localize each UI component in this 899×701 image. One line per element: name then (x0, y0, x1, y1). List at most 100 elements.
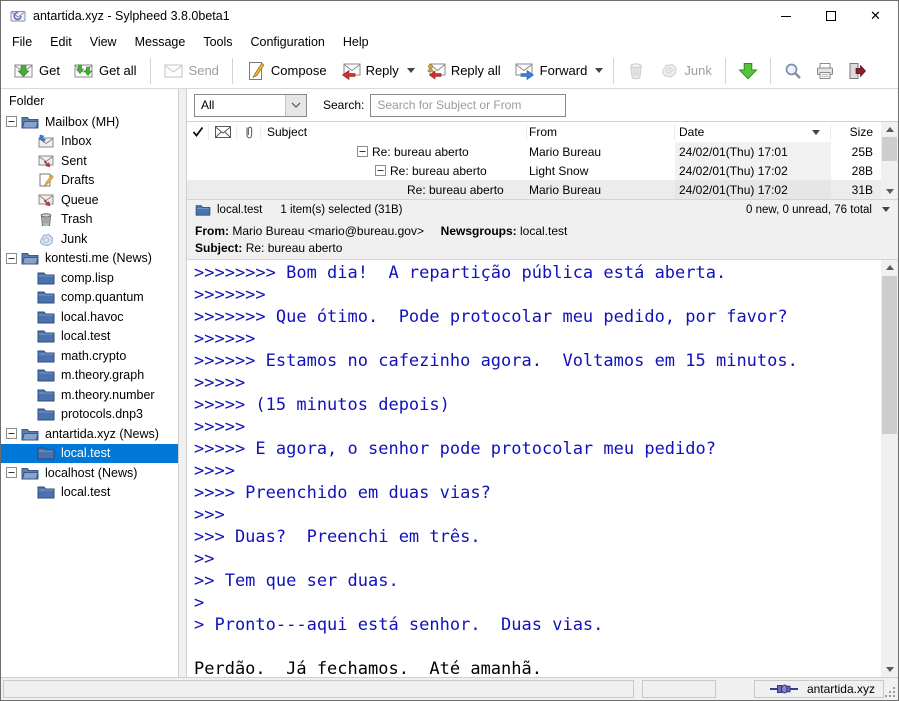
folder-item-junk[interactable]: Junk (1, 229, 178, 249)
message-row[interactable]: Re: bureau aberto Mario Bureau 24/02/01(… (187, 142, 881, 161)
menu-tools[interactable]: Tools (194, 32, 241, 52)
folder-item-localhost[interactable]: localhost (News) (1, 463, 178, 483)
print-button[interactable] (809, 57, 841, 85)
menu-configuration[interactable]: Configuration (242, 32, 334, 52)
filter-bar: All Search: (187, 89, 898, 122)
folder-item-math-crypto[interactable]: math.crypto (1, 346, 178, 366)
scroll-down-icon[interactable] (881, 662, 898, 677)
reply-button[interactable]: Reply (334, 57, 406, 85)
folder-item-queue[interactable]: Queue (1, 190, 178, 210)
menu-edit[interactable]: Edit (41, 32, 81, 52)
forward-dropdown-button[interactable] (591, 64, 607, 77)
search-icon (783, 61, 803, 81)
folder-item-comp-quantum[interactable]: comp.quantum (1, 288, 178, 308)
scroll-up-icon[interactable] (881, 260, 898, 275)
folder-item-trash[interactable]: Trash (1, 210, 178, 230)
folder-item-local-test-kontesti[interactable]: local.test (1, 327, 178, 347)
collapse-icon[interactable] (6, 253, 17, 264)
reply-all-button[interactable]: Reply all (419, 57, 508, 85)
folder-item-comp-lisp[interactable]: comp.lisp (1, 268, 178, 288)
scroll-down-icon[interactable] (881, 184, 898, 199)
folder-item-protocols-dnp3[interactable]: protocols.dnp3 (1, 405, 178, 425)
message-header-panel: From: Mario Bureau <mario@bureau.gov> Ne… (187, 219, 898, 260)
folder-item-sent[interactable]: Sent (1, 151, 178, 171)
filter-dropdown[interactable]: All (194, 94, 307, 117)
junk-button: Junk (652, 57, 718, 85)
from-value: Mario Bureau <mario@bureau.gov> (232, 224, 424, 238)
folder-item-local-havoc[interactable]: local.havoc (1, 307, 178, 327)
from-column-header[interactable]: From (527, 124, 675, 140)
search-label: Search: (323, 98, 364, 112)
size-column-header[interactable]: Size (831, 125, 881, 139)
compose-button[interactable]: Compose (239, 57, 334, 85)
get-all-button[interactable]: Get all (67, 57, 144, 85)
online-status[interactable]: antartida.xyz (754, 680, 884, 698)
next-unread-button[interactable] (732, 57, 764, 85)
scrollbar-thumb[interactable] (882, 137, 897, 161)
folder-item-inbox[interactable]: Inbox (1, 132, 178, 152)
collapse-icon[interactable] (6, 467, 17, 478)
folder-item-m-theory-number[interactable]: m.theory.number (1, 385, 178, 405)
folder-item-kontesti[interactable]: kontesti.me (News) (1, 249, 178, 269)
collapse-icon[interactable] (6, 428, 17, 439)
menu-view[interactable]: View (81, 32, 126, 52)
folder-item-drafts[interactable]: Drafts (1, 171, 178, 191)
titlebar: antartida.xyz - Sylpheed 3.8.0beta1 ✕ (1, 1, 898, 31)
mark-column-header[interactable] (187, 124, 209, 140)
get-button[interactable]: Get (7, 57, 67, 85)
reply-dropdown-button[interactable] (403, 64, 419, 77)
folder-item-local-test-antartida[interactable]: local.test (1, 444, 178, 464)
envelope-icon (215, 126, 231, 138)
plug-icon (770, 684, 798, 694)
minimize-button[interactable] (763, 2, 808, 31)
newsgroup-folder-icon (37, 388, 55, 402)
chevron-down-icon (407, 68, 415, 73)
search-input[interactable] (370, 94, 566, 117)
app-window: antartida.xyz - Sylpheed 3.8.0beta1 ✕ Fi… (0, 0, 899, 701)
right-pane: All Search: (187, 89, 898, 677)
date-column-header[interactable]: Date (675, 124, 831, 140)
thread-collapse-icon[interactable] (357, 146, 368, 157)
attachment-column-header[interactable] (237, 124, 261, 140)
scroll-up-icon[interactable] (881, 122, 898, 137)
thread-collapse-icon[interactable] (375, 165, 386, 176)
collapse-icon[interactable] (6, 116, 17, 127)
toolbar-separator (725, 58, 726, 84)
unread-column-header[interactable] (209, 124, 237, 140)
get-mail-icon (14, 61, 34, 81)
trash-icon (37, 212, 55, 226)
forward-button[interactable]: Forward (508, 57, 595, 85)
menu-message[interactable]: Message (126, 32, 195, 52)
folder-open-icon (21, 427, 39, 441)
folder-item-antartida[interactable]: antartida.xyz (News) (1, 424, 178, 444)
folder-pane-header[interactable]: Folder (1, 89, 178, 112)
message-list-scrollbar[interactable] (881, 122, 898, 199)
status-segment (3, 680, 634, 698)
minimize-icon (781, 16, 791, 17)
subject-column-header[interactable]: Subject (261, 124, 527, 140)
combo-arrow-button[interactable] (285, 95, 306, 116)
folder-item-mailbox[interactable]: Mailbox (MH) (1, 112, 178, 132)
message-row[interactable]: Re: bureau aberto Light Snow 24/02/01(Th… (187, 161, 881, 180)
newsgroup-folder-icon (37, 407, 55, 421)
junk-icon (659, 61, 679, 81)
pane-splitter[interactable] (179, 89, 187, 677)
folder-item-local-test-localhost[interactable]: local.test (1, 483, 178, 503)
message-body: >>>>>>>> Bom dia! A repartição pública e… (187, 260, 898, 677)
close-button[interactable]: ✕ (853, 2, 898, 31)
message-body-scrollbar[interactable] (881, 260, 898, 677)
execute-button[interactable] (841, 57, 873, 85)
scrollbar-thumb[interactable] (882, 276, 897, 434)
menu-file[interactable]: File (3, 32, 41, 52)
column-menu-icon[interactable] (882, 207, 890, 212)
message-row-selected[interactable]: Re: bureau aberto Mario Bureau 24/02/01(… (187, 180, 881, 199)
folder-item-m-theory-graph[interactable]: m.theory.graph (1, 366, 178, 386)
get-all-mail-icon (74, 61, 94, 81)
newsgroup-folder-icon (37, 485, 55, 499)
search-button[interactable] (777, 57, 809, 85)
resize-grip[interactable] (884, 686, 897, 699)
menu-help[interactable]: Help (334, 32, 378, 52)
maximize-button[interactable] (808, 2, 853, 31)
chevron-down-icon (291, 102, 301, 108)
compose-icon (246, 61, 266, 81)
